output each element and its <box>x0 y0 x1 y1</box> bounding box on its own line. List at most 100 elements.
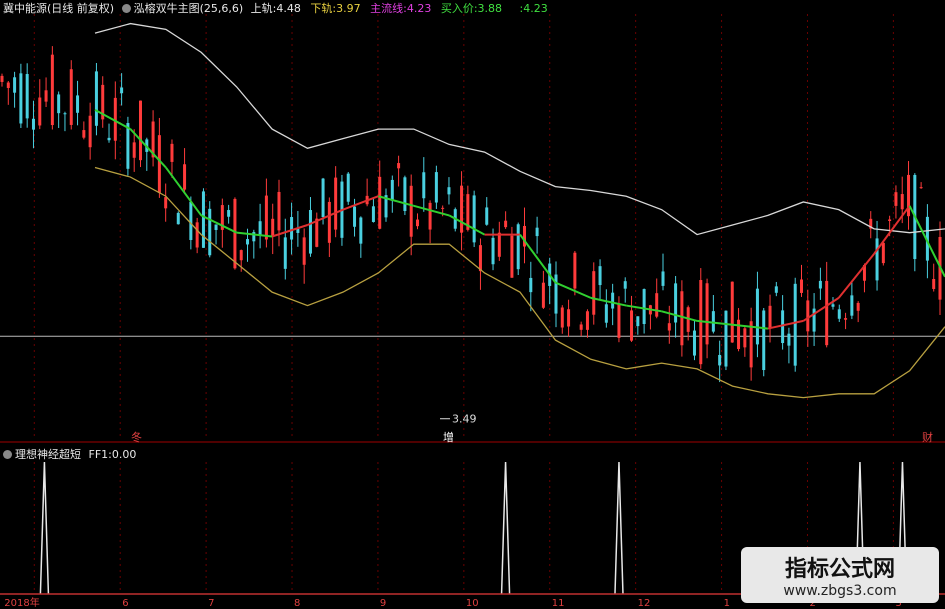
main-flow-segment <box>555 281 592 299</box>
candle-body <box>529 277 533 293</box>
candle-body <box>88 115 92 148</box>
candle-body <box>774 286 778 293</box>
candle-body <box>308 210 312 254</box>
candle-body <box>793 283 797 366</box>
candle-body <box>409 185 413 237</box>
candle-body <box>176 212 180 225</box>
indicator-name[interactable]: 泓榕双牛主图(25,6,6) <box>134 2 244 15</box>
candle-body <box>277 191 281 231</box>
candle-body <box>422 172 426 199</box>
candle-body <box>787 333 791 346</box>
x-tick-label: 9 <box>380 598 386 609</box>
watermark-title: 指标公式网 <box>784 557 895 582</box>
candle-body <box>642 289 646 325</box>
candle-body <box>491 237 495 265</box>
ff1-spike <box>500 461 511 595</box>
upper-value: 4.48 <box>276 2 301 15</box>
candle-body <box>359 217 363 244</box>
candle-body <box>208 208 212 256</box>
candle-body <box>353 206 357 227</box>
watermark-url: www.zbgs3.com <box>783 583 897 599</box>
candle-body <box>0 75 4 82</box>
candle-body <box>415 219 419 227</box>
candle-body <box>541 282 545 308</box>
candle-body <box>170 143 174 162</box>
candle-body <box>138 100 142 161</box>
candle-body <box>164 197 168 209</box>
x-tick-label: 11 <box>552 598 565 609</box>
candle-body <box>692 330 696 356</box>
candle-body <box>69 69 73 125</box>
upper-label: 上轨: <box>250 2 277 15</box>
candle-body <box>19 73 23 124</box>
candle-body <box>850 295 854 316</box>
candle-body <box>397 163 401 169</box>
candle-body <box>485 207 489 225</box>
candle-body <box>472 195 476 243</box>
candle-body <box>567 309 571 327</box>
candle-body <box>598 266 602 286</box>
candle-body <box>573 252 577 289</box>
candle-body <box>371 206 375 222</box>
candle-body <box>44 90 48 102</box>
sub-header: 理想神经超短 FF1:0.00 <box>3 448 136 461</box>
ff-value: 0.00 <box>111 448 137 461</box>
candle-body <box>504 220 508 228</box>
candle-body <box>283 237 287 269</box>
candle-body <box>94 71 98 126</box>
lower-label: 下轨: <box>310 2 337 15</box>
candle-body <box>132 142 136 158</box>
stock-name[interactable]: 冀中能源(日线 前复权) <box>3 2 114 15</box>
candle-body <box>63 113 67 115</box>
buy-value: 3.88 <box>477 2 503 15</box>
candle-body <box>302 237 306 265</box>
main-flow-segment <box>661 310 698 322</box>
candle-body <box>535 227 539 237</box>
candle-body <box>655 293 659 317</box>
candle-body <box>617 304 621 338</box>
candle-body <box>201 191 205 248</box>
candle-body <box>768 305 772 328</box>
candle-body <box>315 218 319 247</box>
candle-body <box>630 310 634 341</box>
indicator-circle-icon[interactable] <box>121 4 131 13</box>
x-tick-label: 10 <box>466 598 479 609</box>
candle-body <box>737 319 741 349</box>
last-value: :4.23 <box>519 2 548 15</box>
candle-body <box>321 178 325 218</box>
candle-body <box>390 179 394 201</box>
x-tick-label: 6 <box>122 598 128 609</box>
x-tick-label: 1 <box>724 598 730 609</box>
candle-body <box>680 291 684 346</box>
watermark: 指标公式网 www.zbgs3.com <box>741 547 939 603</box>
sub-indicator-name[interactable]: 理想神经超短 <box>15 448 81 461</box>
candle-body <box>667 323 671 331</box>
candle-body <box>378 176 382 229</box>
event-marker: 冬 <box>131 430 142 444</box>
indicator-circle-icon[interactable] <box>3 450 12 459</box>
candle-body <box>611 292 615 309</box>
main-flow-segment <box>307 208 344 226</box>
candle-body <box>57 94 61 114</box>
main-flow-segment <box>837 253 875 299</box>
candle-body <box>246 239 250 245</box>
candle-body <box>6 82 10 88</box>
low-price-label: 3.49 <box>452 413 477 426</box>
candle-body <box>510 235 514 278</box>
candle-body <box>271 218 275 237</box>
candle-body <box>900 194 904 210</box>
candle-body <box>290 217 294 240</box>
candle-body <box>592 271 596 315</box>
candle-body <box>724 310 728 367</box>
candle-body <box>705 283 709 345</box>
main-flow-segment <box>590 296 627 307</box>
candle-body <box>743 328 747 348</box>
candle-body <box>327 201 331 243</box>
candle-body <box>604 304 608 323</box>
candle-body <box>844 318 848 320</box>
buy-label: 买入价: <box>440 2 478 15</box>
candle-body <box>560 307 564 328</box>
x-tick-label: 8 <box>294 598 300 609</box>
candle-body <box>107 137 111 141</box>
lower-value: 3.97 <box>336 2 361 15</box>
